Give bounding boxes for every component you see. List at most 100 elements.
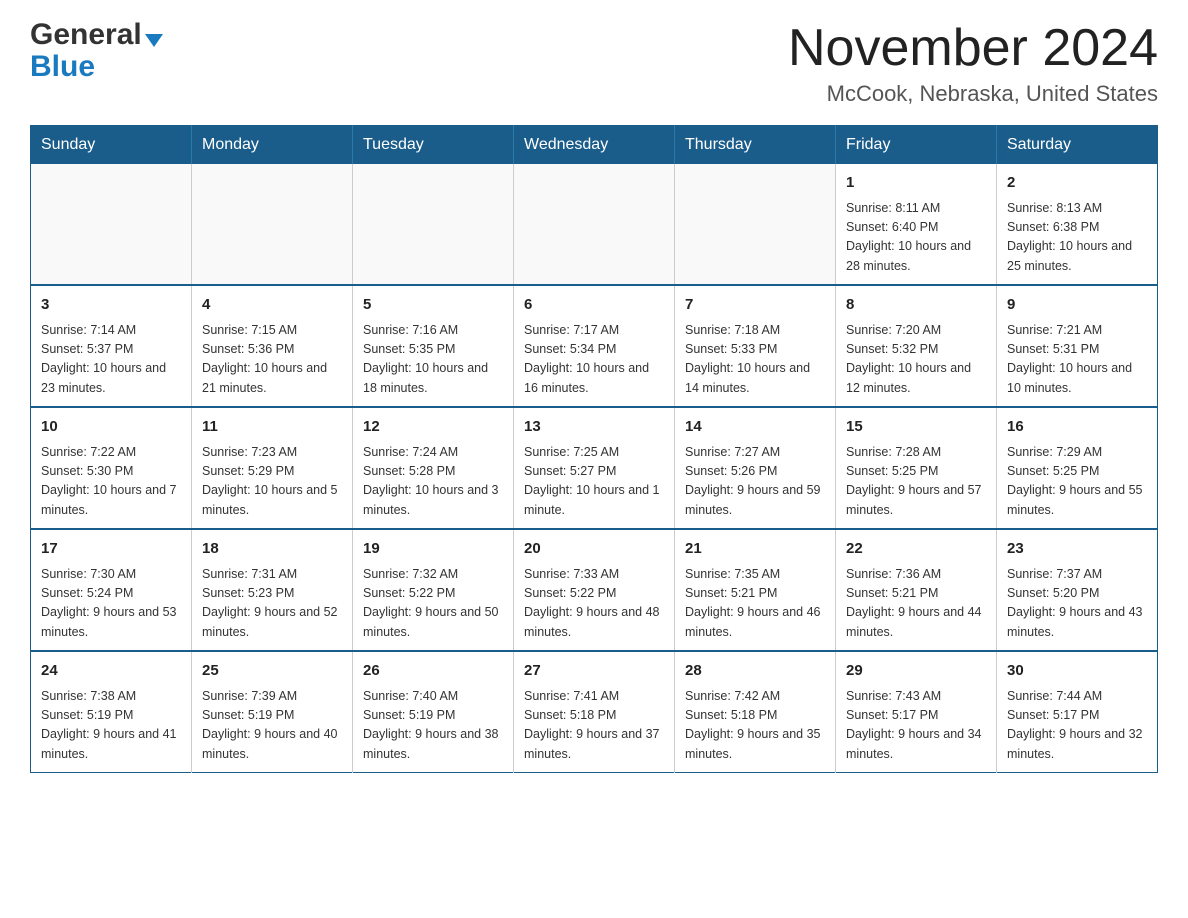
page-subtitle: McCook, Nebraska, United States	[788, 81, 1158, 107]
weekday-header-friday: Friday	[836, 126, 997, 165]
day-number: 9	[1007, 294, 1147, 317]
week-row-2: 3 Sunrise: 7:14 AM Sunset: 5:37 PM Daylig…	[31, 285, 1158, 407]
day-number: 18	[202, 538, 342, 561]
calendar-cell: 29Sunrise: 7:43 AM Sunset: 5:17 PM Dayli…	[836, 651, 997, 773]
day-info: Sunrise: 7:35 AM Sunset: 5:21 PM Dayligh…	[685, 565, 825, 643]
weekday-header-monday: Monday	[192, 126, 353, 165]
day-number: 7	[685, 294, 825, 317]
calendar-cell: 30 Sunrise: 7:44 AM Sunset: 5:17 PM Dayli…	[997, 651, 1158, 773]
calendar-cell: 13 Sunrise: 7:25 AM Sunset: 5:27 PM Dayli…	[514, 407, 675, 529]
page-title: November 2024	[788, 20, 1158, 77]
day-info: Sunrise: 7:33 AM Sunset: 5:22 PM Dayligh…	[524, 565, 664, 643]
day-info: Sunrise: 7:23 AM Sunset: 5:29 PM Dayligh…	[202, 443, 342, 521]
calendar-cell: 10Sunrise: 7:22 AM Sunset: 5:30 PM Dayli…	[31, 407, 192, 529]
calendar-cell: 26 Sunrise: 7:40 AM Sunset: 5:19 PM Dayli…	[353, 651, 514, 773]
day-info: Sunrise: 7:27 AM Sunset: 5:26 PM Dayligh…	[685, 443, 825, 521]
day-info: Sunrise: 8:13 AM Sunset: 6:38 PM Dayligh…	[1007, 199, 1147, 277]
calendar-cell: 4Sunrise: 7:15 AM Sunset: 5:36 PM Daylig…	[192, 285, 353, 407]
day-number: 1	[846, 172, 986, 195]
day-number: 11	[202, 416, 342, 439]
calendar-cell	[353, 164, 514, 285]
week-row-3: 10Sunrise: 7:22 AM Sunset: 5:30 PM Dayli…	[31, 407, 1158, 529]
calendar-cell	[192, 164, 353, 285]
day-number: 23	[1007, 538, 1147, 561]
calendar-cell: 28Sunrise: 7:42 AM Sunset: 5:18 PM Dayli…	[675, 651, 836, 773]
day-info: Sunrise: 7:38 AM Sunset: 5:19 PM Dayligh…	[41, 687, 181, 765]
day-number: 16	[1007, 416, 1147, 439]
day-info: Sunrise: 7:43 AM Sunset: 5:17 PM Dayligh…	[846, 687, 986, 765]
day-info: Sunrise: 7:30 AM Sunset: 5:24 PM Dayligh…	[41, 565, 181, 643]
day-number: 20	[524, 538, 664, 561]
day-info: Sunrise: 7:18 AM Sunset: 5:33 PM Dayligh…	[685, 321, 825, 399]
logo-general: General	[30, 20, 142, 50]
calendar-cell: 16 Sunrise: 7:29 AM Sunset: 5:25 PM Dayli…	[997, 407, 1158, 529]
calendar-cell: 14 Sunrise: 7:27 AM Sunset: 5:26 PM Dayli…	[675, 407, 836, 529]
calendar-cell: 21 Sunrise: 7:35 AM Sunset: 5:21 PM Dayli…	[675, 529, 836, 651]
calendar-cell: 3 Sunrise: 7:14 AM Sunset: 5:37 PM Daylig…	[31, 285, 192, 407]
calendar-cell: 12 Sunrise: 7:24 AM Sunset: 5:28 PM Dayli…	[353, 407, 514, 529]
calendar-cell: 7 Sunrise: 7:18 AM Sunset: 5:33 PM Daylig…	[675, 285, 836, 407]
calendar-cell: 20 Sunrise: 7:33 AM Sunset: 5:22 PM Dayli…	[514, 529, 675, 651]
day-number: 10	[41, 416, 181, 439]
week-row-5: 24 Sunrise: 7:38 AM Sunset: 5:19 PM Dayli…	[31, 651, 1158, 773]
day-number: 28	[685, 660, 825, 683]
logo-triangle-icon	[145, 34, 163, 47]
day-info: Sunrise: 8:11 AM Sunset: 6:40 PM Dayligh…	[846, 199, 986, 277]
week-row-4: 17Sunrise: 7:30 AM Sunset: 5:24 PM Dayli…	[31, 529, 1158, 651]
day-number: 27	[524, 660, 664, 683]
day-number: 26	[363, 660, 503, 683]
calendar-cell: 8 Sunrise: 7:20 AM Sunset: 5:32 PM Daylig…	[836, 285, 997, 407]
day-info: Sunrise: 7:39 AM Sunset: 5:19 PM Dayligh…	[202, 687, 342, 765]
day-info: Sunrise: 7:14 AM Sunset: 5:37 PM Dayligh…	[41, 321, 181, 399]
day-number: 2	[1007, 172, 1147, 195]
page-header: General Blue November 2024 McCook, Nebra…	[30, 20, 1158, 107]
day-info: Sunrise: 7:31 AM Sunset: 5:23 PM Dayligh…	[202, 565, 342, 643]
weekday-header-sunday: Sunday	[31, 126, 192, 165]
day-info: Sunrise: 7:25 AM Sunset: 5:27 PM Dayligh…	[524, 443, 664, 521]
day-info: Sunrise: 7:20 AM Sunset: 5:32 PM Dayligh…	[846, 321, 986, 399]
calendar-cell	[675, 164, 836, 285]
day-number: 12	[363, 416, 503, 439]
calendar-cell: 6 Sunrise: 7:17 AM Sunset: 5:34 PM Daylig…	[514, 285, 675, 407]
day-info: Sunrise: 7:40 AM Sunset: 5:19 PM Dayligh…	[363, 687, 503, 765]
day-number: 5	[363, 294, 503, 317]
day-number: 8	[846, 294, 986, 317]
day-info: Sunrise: 7:32 AM Sunset: 5:22 PM Dayligh…	[363, 565, 503, 643]
calendar-cell	[514, 164, 675, 285]
calendar-cell: 27Sunrise: 7:41 AM Sunset: 5:18 PM Dayli…	[514, 651, 675, 773]
day-number: 24	[41, 660, 181, 683]
day-number: 3	[41, 294, 181, 317]
day-number: 15	[846, 416, 986, 439]
calendar-cell: 5 Sunrise: 7:16 AM Sunset: 5:35 PM Daylig…	[353, 285, 514, 407]
calendar-cell: 23 Sunrise: 7:37 AM Sunset: 5:20 PM Dayli…	[997, 529, 1158, 651]
day-number: 21	[685, 538, 825, 561]
calendar-cell: 25Sunrise: 7:39 AM Sunset: 5:19 PM Dayli…	[192, 651, 353, 773]
calendar-cell: 19 Sunrise: 7:32 AM Sunset: 5:22 PM Dayli…	[353, 529, 514, 651]
calendar-cell: 1 Sunrise: 8:11 AM Sunset: 6:40 PM Daylig…	[836, 164, 997, 285]
day-number: 30	[1007, 660, 1147, 683]
title-area: November 2024 McCook, Nebraska, United S…	[788, 20, 1158, 107]
day-number: 14	[685, 416, 825, 439]
calendar-cell: 17Sunrise: 7:30 AM Sunset: 5:24 PM Dayli…	[31, 529, 192, 651]
calendar-cell: 9Sunrise: 7:21 AM Sunset: 5:31 PM Daylig…	[997, 285, 1158, 407]
calendar-cell: 22Sunrise: 7:36 AM Sunset: 5:21 PM Dayli…	[836, 529, 997, 651]
day-info: Sunrise: 7:37 AM Sunset: 5:20 PM Dayligh…	[1007, 565, 1147, 643]
calendar-cell: 11 Sunrise: 7:23 AM Sunset: 5:29 PM Dayli…	[192, 407, 353, 529]
day-number: 13	[524, 416, 664, 439]
day-info: Sunrise: 7:17 AM Sunset: 5:34 PM Dayligh…	[524, 321, 664, 399]
day-info: Sunrise: 7:29 AM Sunset: 5:25 PM Dayligh…	[1007, 443, 1147, 521]
day-info: Sunrise: 7:44 AM Sunset: 5:17 PM Dayligh…	[1007, 687, 1147, 765]
day-number: 19	[363, 538, 503, 561]
logo: General Blue	[30, 20, 163, 82]
calendar-table: SundayMondayTuesdayWednesdayThursdayFrid…	[30, 125, 1158, 773]
calendar-cell	[31, 164, 192, 285]
weekday-header-tuesday: Tuesday	[353, 126, 514, 165]
day-info: Sunrise: 7:16 AM Sunset: 5:35 PM Dayligh…	[363, 321, 503, 399]
weekday-header-thursday: Thursday	[675, 126, 836, 165]
day-info: Sunrise: 7:28 AM Sunset: 5:25 PM Dayligh…	[846, 443, 986, 521]
day-info: Sunrise: 7:15 AM Sunset: 5:36 PM Dayligh…	[202, 321, 342, 399]
calendar-cell: 2 Sunrise: 8:13 AM Sunset: 6:38 PM Daylig…	[997, 164, 1158, 285]
day-number: 22	[846, 538, 986, 561]
day-info: Sunrise: 7:24 AM Sunset: 5:28 PM Dayligh…	[363, 443, 503, 521]
day-number: 6	[524, 294, 664, 317]
